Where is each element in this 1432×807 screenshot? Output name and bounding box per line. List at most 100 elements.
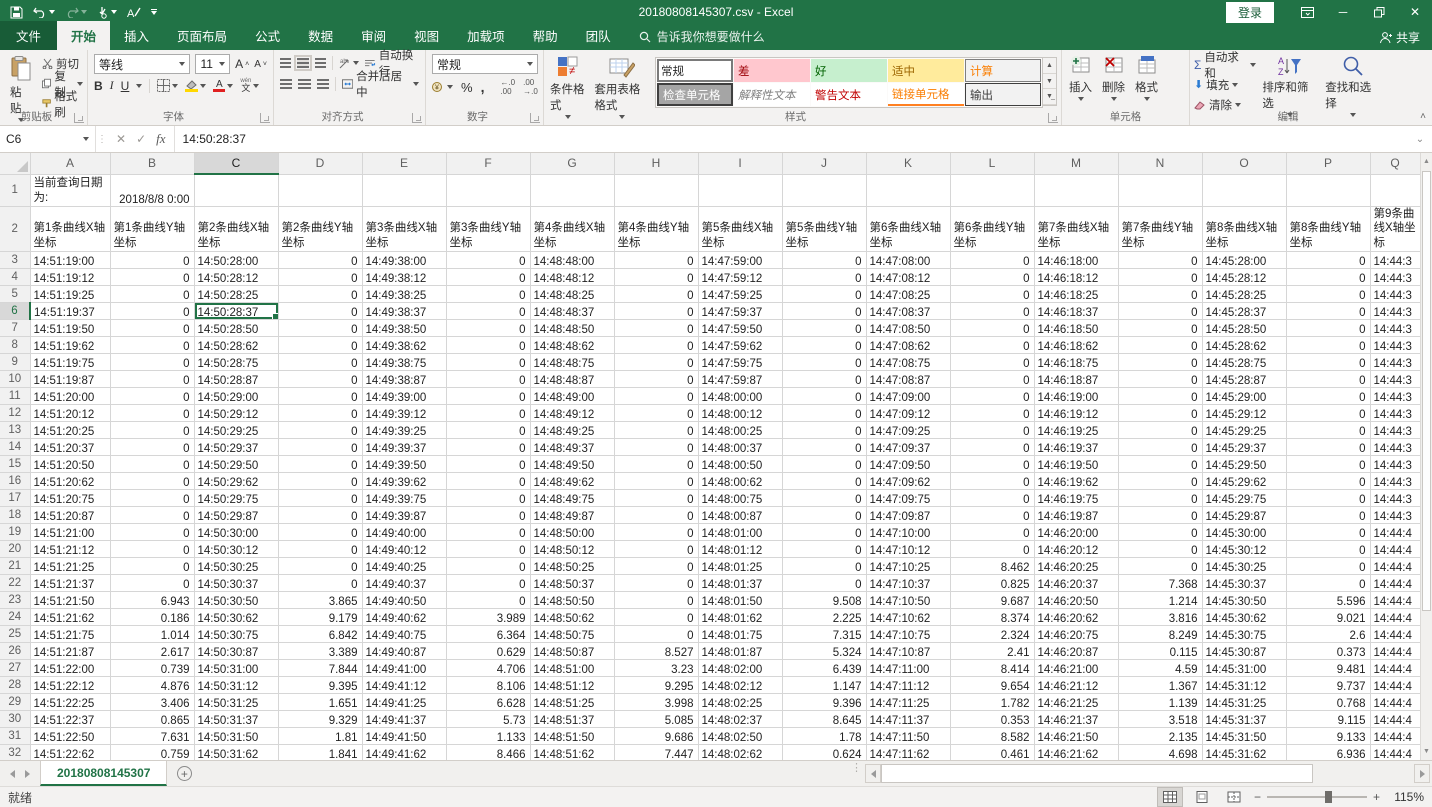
cell-E25[interactable]: 14:49:40:75 bbox=[362, 626, 446, 643]
cell-G23[interactable]: 14:48:50:50 bbox=[530, 592, 614, 609]
column-header-C[interactable]: C bbox=[194, 153, 278, 174]
cell-D5[interactable]: 0 bbox=[278, 286, 362, 303]
cell-J19[interactable]: 0 bbox=[782, 524, 866, 541]
cell[interactable] bbox=[446, 174, 530, 206]
font-size-combo[interactable]: 11 bbox=[195, 54, 230, 74]
autosum-button[interactable]: Σ自动求和 bbox=[1194, 56, 1256, 73]
cell-J3[interactable]: 0 bbox=[782, 252, 866, 269]
cell-J4[interactable]: 0 bbox=[782, 269, 866, 286]
cell-M9[interactable]: 14:46:18:75 bbox=[1034, 354, 1118, 371]
cell-F29[interactable]: 6.628 bbox=[446, 694, 530, 711]
align-right-icon[interactable] bbox=[317, 79, 329, 89]
cell-I14[interactable]: 14:48:00:37 bbox=[698, 439, 782, 456]
cell-A7[interactable]: 14:51:19:50 bbox=[30, 320, 110, 337]
cell-B22[interactable]: 0 bbox=[110, 575, 194, 592]
cell-P4[interactable]: 0 bbox=[1286, 269, 1370, 286]
column-header-K[interactable]: K bbox=[866, 153, 950, 174]
cell-E11[interactable]: 14:49:39:00 bbox=[362, 388, 446, 405]
cell-H17[interactable]: 0 bbox=[614, 490, 698, 507]
cell-K22[interactable]: 14:47:10:37 bbox=[866, 575, 950, 592]
cell-H29[interactable]: 3.998 bbox=[614, 694, 698, 711]
cell-series-header-G2[interactable]: 第4条曲线X轴坐标 bbox=[530, 206, 614, 252]
cell-I19[interactable]: 14:48:01:00 bbox=[698, 524, 782, 541]
cell-L22[interactable]: 0.825 bbox=[950, 575, 1034, 592]
zoom-out-button[interactable]: − bbox=[1254, 790, 1261, 804]
cell-B23[interactable]: 6.943 bbox=[110, 592, 194, 609]
cell-M29[interactable]: 14:46:21:25 bbox=[1034, 694, 1118, 711]
cell-G14[interactable]: 14:48:49:37 bbox=[530, 439, 614, 456]
cell-B12[interactable]: 0 bbox=[110, 405, 194, 422]
row-header-25[interactable]: 25 bbox=[0, 626, 30, 643]
fill-button[interactable]: ⬇填充 bbox=[1194, 76, 1256, 93]
cell-K9[interactable]: 14:47:08:75 bbox=[866, 354, 950, 371]
cell-C7[interactable]: 14:50:28:50 bbox=[194, 320, 278, 337]
cell-H25[interactable]: 0 bbox=[614, 626, 698, 643]
tab-page-layout[interactable]: 页面布局 bbox=[163, 21, 241, 50]
cell-F4[interactable]: 0 bbox=[446, 269, 530, 286]
cell-B26[interactable]: 2.617 bbox=[110, 643, 194, 660]
cell-N29[interactable]: 1.139 bbox=[1118, 694, 1202, 711]
cell-E30[interactable]: 14:49:41:37 bbox=[362, 711, 446, 728]
row-header-13[interactable]: 13 bbox=[0, 422, 30, 439]
tab-file[interactable]: 文件 bbox=[0, 21, 57, 50]
cell-J14[interactable]: 0 bbox=[782, 439, 866, 456]
cell-F21[interactable]: 0 bbox=[446, 558, 530, 575]
cell-D22[interactable]: 0 bbox=[278, 575, 362, 592]
row-header-1[interactable]: 1 bbox=[0, 174, 30, 206]
cell-L4[interactable]: 0 bbox=[950, 269, 1034, 286]
cell-C28[interactable]: 14:50:31:12 bbox=[194, 677, 278, 694]
cell-O27[interactable]: 14:45:31:00 bbox=[1202, 660, 1286, 677]
scroll-down-arrow[interactable]: ▼ bbox=[1421, 743, 1432, 760]
cell-Q16[interactable]: 14:44:3 bbox=[1370, 473, 1420, 490]
cell-E31[interactable]: 14:49:41:50 bbox=[362, 728, 446, 745]
cell-L29[interactable]: 1.782 bbox=[950, 694, 1034, 711]
cell-Q19[interactable]: 14:44:4 bbox=[1370, 524, 1420, 541]
cell-B11[interactable]: 0 bbox=[110, 388, 194, 405]
cell-L23[interactable]: 9.687 bbox=[950, 592, 1034, 609]
cell-L30[interactable]: 0.353 bbox=[950, 711, 1034, 728]
cell-A23[interactable]: 14:51:21:50 bbox=[30, 592, 110, 609]
cell-C32[interactable]: 14:50:31:62 bbox=[194, 745, 278, 760]
cell-G31[interactable]: 14:48:51:50 bbox=[530, 728, 614, 745]
cell-B20[interactable]: 0 bbox=[110, 541, 194, 558]
column-header-F[interactable]: F bbox=[446, 153, 530, 174]
cell-N18[interactable]: 0 bbox=[1118, 507, 1202, 524]
cell-C18[interactable]: 14:50:29:87 bbox=[194, 507, 278, 524]
cell-A19[interactable]: 14:51:21:00 bbox=[30, 524, 110, 541]
tell-me-search[interactable]: 告诉我你想要做什么 bbox=[639, 28, 765, 50]
row-header-17[interactable]: 17 bbox=[0, 490, 30, 507]
cell-G6[interactable]: 14:48:48:37 bbox=[530, 303, 614, 320]
cell-L16[interactable]: 0 bbox=[950, 473, 1034, 490]
italic-button[interactable]: I bbox=[110, 78, 114, 93]
cell-L10[interactable]: 0 bbox=[950, 371, 1034, 388]
cell-J16[interactable]: 0 bbox=[782, 473, 866, 490]
cell-B5[interactable]: 0 bbox=[110, 286, 194, 303]
row-header-6[interactable]: 6 bbox=[0, 303, 30, 320]
row-header-31[interactable]: 31 bbox=[0, 728, 30, 745]
cell-G21[interactable]: 14:48:50:25 bbox=[530, 558, 614, 575]
cell-H16[interactable]: 0 bbox=[614, 473, 698, 490]
cell-A3[interactable]: 14:51:19:00 bbox=[30, 252, 110, 269]
cell-E29[interactable]: 14:49:41:25 bbox=[362, 694, 446, 711]
cell-M27[interactable]: 14:46:21:00 bbox=[1034, 660, 1118, 677]
cell-O11[interactable]: 14:45:29:00 bbox=[1202, 388, 1286, 405]
cell-H10[interactable]: 0 bbox=[614, 371, 698, 388]
cell-I23[interactable]: 14:48:01:50 bbox=[698, 592, 782, 609]
cell-L26[interactable]: 2.41 bbox=[950, 643, 1034, 660]
shrink-font-button[interactable]: A˅ bbox=[254, 59, 267, 70]
cell-O32[interactable]: 14:45:31:62 bbox=[1202, 745, 1286, 760]
cell-B30[interactable]: 0.865 bbox=[110, 711, 194, 728]
cell-O10[interactable]: 14:45:28:87 bbox=[1202, 371, 1286, 388]
cell-L31[interactable]: 8.582 bbox=[950, 728, 1034, 745]
cell[interactable] bbox=[698, 174, 782, 206]
cell-N25[interactable]: 8.249 bbox=[1118, 626, 1202, 643]
cell-M18[interactable]: 14:46:19:87 bbox=[1034, 507, 1118, 524]
row-header-27[interactable]: 27 bbox=[0, 660, 30, 677]
cell-Q24[interactable]: 14:44:4 bbox=[1370, 609, 1420, 626]
row-header-21[interactable]: 21 bbox=[0, 558, 30, 575]
cell-M12[interactable]: 14:46:19:12 bbox=[1034, 405, 1118, 422]
cell-M30[interactable]: 14:46:21:37 bbox=[1034, 711, 1118, 728]
cell-H4[interactable]: 0 bbox=[614, 269, 698, 286]
cancel-entry-button[interactable]: ✕ bbox=[116, 132, 126, 146]
cell-A15[interactable]: 14:51:20:50 bbox=[30, 456, 110, 473]
